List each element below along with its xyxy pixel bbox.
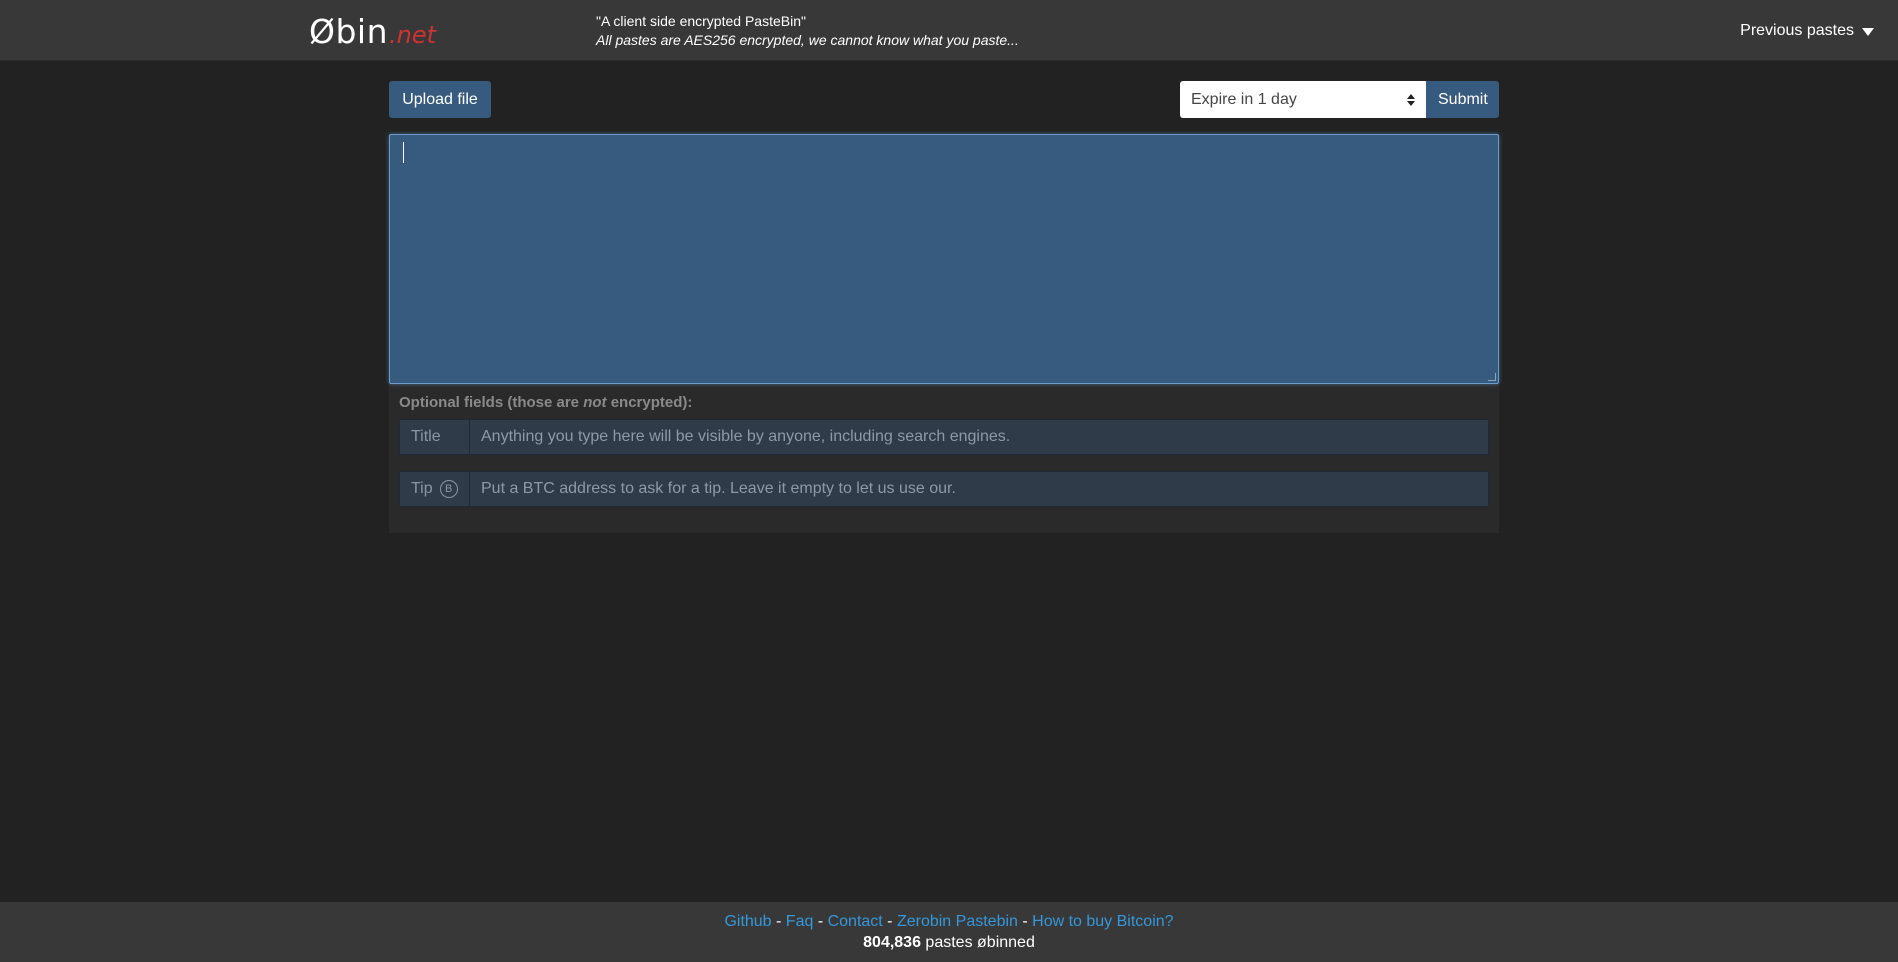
tagline-title: "A client side encrypted PasteBin" — [596, 13, 806, 29]
footer-link-faq[interactable]: Faq — [786, 913, 814, 930]
tagline: "A client side encrypted PasteBin" All p… — [596, 12, 1019, 50]
expiration-value: Expire in 1 day — [1191, 90, 1297, 108]
tip-addon-label: Tip — [411, 480, 433, 497]
upload-file-button[interactable]: Upload file — [389, 81, 491, 118]
expiration-select[interactable]: Expire in 1 day — [1180, 81, 1426, 118]
footer-links: Github - Faq - Contact - Zerobin Pastebi… — [724, 913, 1174, 930]
tagline-subtitle: All pastes are AES256 encrypted, we cann… — [596, 32, 1019, 48]
resize-handle-icon[interactable] — [1488, 373, 1496, 381]
title-input-group: Title — [399, 419, 1489, 455]
main-container: Upload file Expire in 1 day Submit Optio… — [389, 81, 1499, 533]
caret-down-icon — [1862, 28, 1874, 36]
paste-toolbar: Upload file Expire in 1 day Submit — [389, 81, 1499, 118]
optional-fields-label: Optional fields (those are not encrypted… — [399, 394, 693, 411]
optional-fields-panel: Optional fields (those are not encrypted… — [389, 384, 1499, 533]
footer-link-contact[interactable]: Contact — [828, 913, 883, 930]
text-cursor — [403, 142, 404, 163]
footer: Github - Faq - Contact - Zerobin Pastebi… — [0, 902, 1898, 962]
paste-counter: 804,836 pastes øbinned — [0, 932, 1898, 954]
brand-logo[interactable]: Øbin .net — [309, 12, 436, 51]
title-addon: Title — [399, 419, 469, 455]
paste-content-textarea[interactable] — [389, 134, 1499, 384]
previous-pastes-dropdown[interactable]: Previous pastes — [1740, 22, 1874, 40]
title-input[interactable] — [469, 419, 1489, 455]
footer-link-zerobin[interactable]: Zerobin Pastebin — [897, 913, 1018, 930]
previous-pastes-label: Previous pastes — [1740, 22, 1854, 39]
top-navbar: Øbin .net "A client side encrypted Paste… — [0, 0, 1898, 61]
paste-count-suffix: pastes øbinned — [920, 934, 1035, 951]
footer-link-buy-bitcoin[interactable]: How to buy Bitcoin? — [1032, 913, 1173, 930]
brand-tld: .net — [389, 21, 437, 49]
paste-count-value: 804,836 — [863, 934, 921, 951]
footer-link-github[interactable]: Github — [724, 913, 771, 930]
title-addon-label: Title — [411, 428, 441, 445]
tip-addon: Tip B — [399, 471, 469, 507]
submit-button[interactable]: Submit — [1426, 81, 1499, 118]
bitcoin-icon: B — [439, 480, 458, 498]
tip-btc-address-input[interactable] — [469, 471, 1489, 507]
tip-input-group: Tip B — [399, 471, 1489, 507]
brand-name: Øbin — [309, 12, 389, 51]
select-arrows-icon — [1407, 93, 1415, 106]
